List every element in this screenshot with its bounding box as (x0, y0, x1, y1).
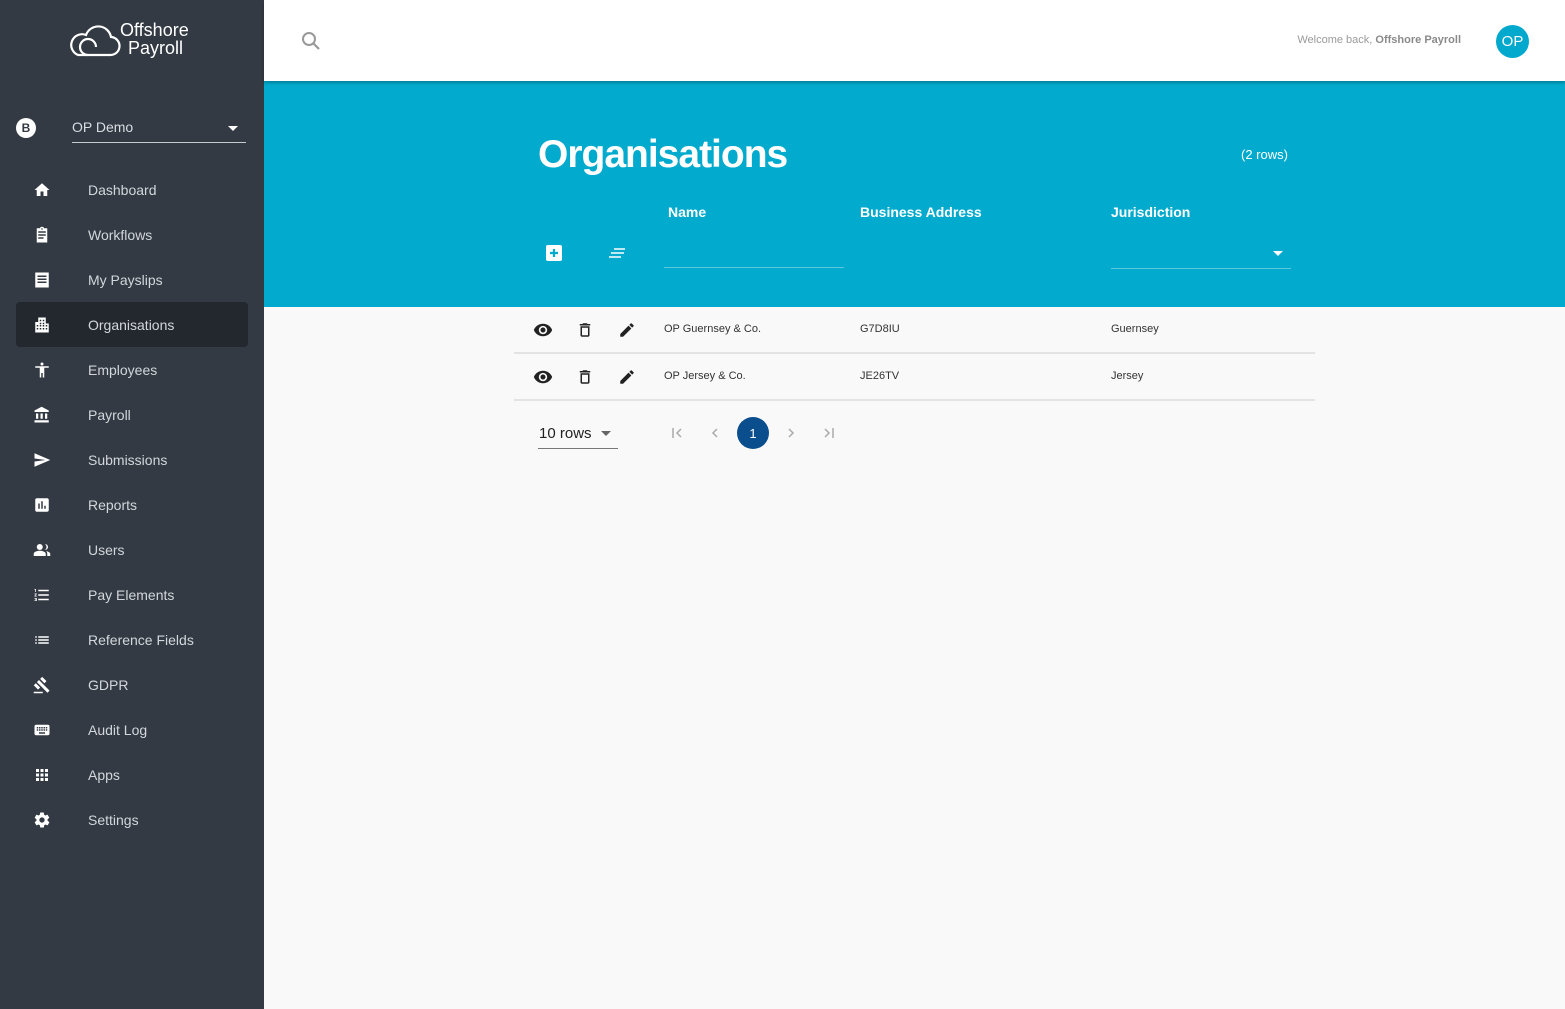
cloud-logo-icon (70, 25, 121, 57)
add-box-icon (546, 245, 562, 261)
caret-down-icon (1273, 251, 1283, 256)
cell-jurisdiction: Guernsey (1111, 323, 1159, 335)
organisation-select[interactable]: OP Demo (72, 116, 246, 143)
people-icon (32, 540, 52, 560)
pencil-icon (620, 323, 634, 337)
list-icon (32, 630, 52, 650)
sidebar-item-users[interactable]: Users (16, 527, 248, 572)
brand-logo[interactable]: Offshore Payroll (70, 18, 189, 60)
edit-button[interactable] (617, 368, 637, 386)
home-icon (32, 180, 52, 200)
org-badge: B (16, 118, 36, 138)
cell-business-address: G7D8IU (860, 323, 900, 335)
row-count: (2 rows) (1241, 147, 1288, 162)
next-page-button[interactable] (775, 417, 807, 449)
view-button[interactable] (533, 321, 553, 339)
sidebar-item-apps[interactable]: Apps (16, 752, 248, 797)
column-header-business-address[interactable]: Business Address (860, 204, 982, 220)
apps-grid-icon (32, 765, 52, 785)
eye-icon (533, 370, 553, 384)
sidebar: Offshore Payroll B OP Demo Dashboard Wor… (0, 0, 264, 1009)
organisation-select-value: OP Demo (72, 119, 134, 135)
building-icon (32, 315, 52, 335)
name-filter-input[interactable] (664, 237, 844, 268)
receipt-icon (32, 270, 52, 290)
pencil-icon (620, 370, 634, 384)
sort-lines-icon (609, 248, 625, 258)
column-header-jurisdiction[interactable]: Jurisdiction (1111, 204, 1190, 220)
sidebar-item-submissions[interactable]: Submissions (16, 437, 248, 482)
sidebar-item-gdpr[interactable]: GDPR (16, 662, 248, 707)
cell-jurisdiction: Jersey (1111, 370, 1144, 382)
sidebar-item-employees[interactable]: Employees (16, 347, 248, 392)
sidebar-item-organisations[interactable]: Organisations (16, 302, 248, 347)
sidebar-item-payroll[interactable]: Payroll (16, 392, 248, 437)
caret-down-icon (601, 431, 611, 436)
add-organisation-button[interactable] (545, 244, 563, 262)
top-bar: Welcome back, Offshore Payroll OP (264, 0, 1565, 81)
sidebar-item-workflows[interactable]: Workflows (16, 212, 248, 257)
gavel-icon (32, 675, 52, 695)
view-button[interactable] (533, 368, 553, 386)
sidebar-item-dashboard[interactable]: Dashboard (16, 167, 248, 212)
trash-icon (579, 370, 591, 384)
edit-button[interactable] (617, 321, 637, 339)
numbered-list-icon (32, 585, 52, 605)
sidebar-item-settings[interactable]: Settings (16, 797, 248, 842)
first-page-icon (672, 428, 682, 438)
sidebar-item-my-payslips[interactable]: My Payslips (16, 257, 248, 302)
sidebar-item-reference-fields[interactable]: Reference Fields (16, 617, 248, 662)
chevron-left-icon (711, 428, 718, 438)
trash-icon (579, 323, 591, 337)
organisation-switcher: B OP Demo (16, 116, 246, 144)
table-row[interactable]: OP Guernsey & Co. G7D8IU Guernsey (514, 307, 1315, 354)
sidebar-item-reports[interactable]: Reports (16, 482, 248, 527)
sort-button[interactable] (608, 245, 626, 261)
column-header-name[interactable]: Name (668, 204, 706, 220)
search-icon (302, 32, 320, 50)
sidebar-item-audit-log[interactable]: Audit Log (16, 707, 248, 752)
sidebar-nav: Dashboard Workflows My Payslips Organisa… (16, 167, 248, 842)
delete-button[interactable] (575, 321, 595, 339)
table-row[interactable]: OP Jersey & Co. JE26TV Jersey (514, 354, 1315, 401)
sidebar-item-pay-elements[interactable]: Pay Elements (16, 572, 248, 617)
delete-button[interactable] (575, 368, 595, 386)
caret-down-icon (228, 126, 238, 131)
page-button-current[interactable]: 1 (737, 417, 769, 449)
chart-icon (32, 495, 52, 515)
brand-name: Offshore Payroll (120, 20, 189, 58)
person-icon (32, 360, 52, 380)
eye-icon (533, 323, 553, 337)
clipboard-icon (32, 225, 52, 245)
user-avatar[interactable]: OP (1496, 25, 1529, 58)
cell-name: OP Jersey & Co. (664, 370, 746, 382)
jurisdiction-filter-select[interactable] (1111, 237, 1291, 269)
bank-icon (32, 405, 52, 425)
cell-name: OP Guernsey & Co. (664, 323, 762, 335)
page-header: Organisations (2 rows) Name Business Add… (264, 81, 1565, 307)
chevron-right-icon (788, 428, 795, 438)
gear-icon (32, 810, 52, 830)
welcome-message: Welcome back, Offshore Payroll (1297, 34, 1461, 46)
keyboard-icon (32, 720, 52, 740)
last-page-button[interactable] (813, 417, 845, 449)
send-icon (32, 450, 52, 470)
page-title: Organisations (538, 133, 788, 176)
rows-per-page-value: 10 rows (539, 425, 592, 442)
rows-per-page-select[interactable]: 10 rows (538, 420, 618, 449)
search-button[interactable] (300, 30, 322, 52)
last-page-icon (824, 428, 834, 438)
previous-page-button[interactable] (699, 417, 731, 449)
first-page-button[interactable] (661, 417, 693, 449)
organisations-table: OP Guernsey & Co. G7D8IU Guernsey OP Jer… (514, 307, 1315, 401)
cell-business-address: JE26TV (860, 370, 900, 382)
